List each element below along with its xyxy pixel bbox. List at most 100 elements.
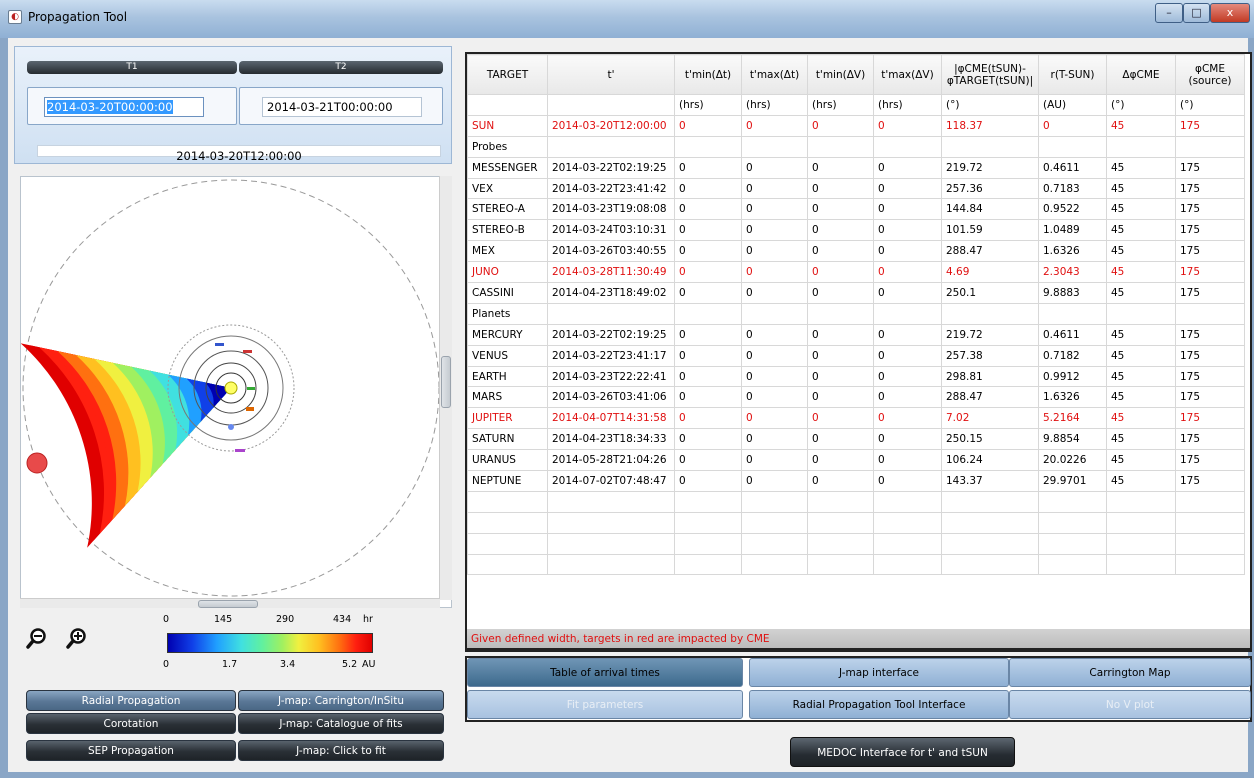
probe-marker	[246, 407, 254, 411]
minimize-button[interactable]: –	[1155, 3, 1183, 23]
table-cell: 9.8854	[1038, 428, 1107, 451]
table-row[interactable]: MERCURY 2014-03-22T02:19:25 0 0 0 0 219.72 0.46…	[467, 323, 1245, 346]
column-header[interactable]: t'min(Δt)	[674, 54, 742, 95]
sep-propagation-button[interactable]: SEP Propagation	[26, 740, 236, 761]
table-cell: 0	[873, 407, 942, 430]
unit-cell: (hrs)	[807, 94, 874, 116]
table-cell: 0	[741, 323, 808, 346]
table-row[interactable]: Planets	[467, 302, 1245, 325]
medoc-interface-button[interactable]: MEDOC Interface for t' and tSUN	[790, 737, 1015, 767]
table-cell: 2014-03-28T11:30:49	[547, 261, 675, 284]
table-cell: 0	[674, 470, 742, 492]
table-cell	[807, 302, 874, 325]
table-cell	[807, 511, 874, 534]
horizontal-scroll-thumb[interactable]	[198, 600, 258, 608]
close-button[interactable]: x	[1210, 3, 1250, 23]
table-row[interactable]: JUNO 2014-03-28T11:30:49 0 0 0 0 4.69 2.3043 45 1…	[467, 261, 1245, 284]
propagation-plot[interactable]	[20, 176, 452, 608]
table-cell: URANUS	[467, 449, 548, 472]
table-cell: 0	[873, 323, 942, 346]
app-icon[interactable]: ◐	[8, 10, 22, 24]
table-cell	[873, 553, 942, 576]
plot-vertical-scrollbar[interactable]	[439, 176, 452, 600]
title-bar[interactable]: ◐ Propagation Tool – □ x	[0, 0, 1254, 38]
table-row[interactable]: VENUS 2014-03-22T23:41:17 0 0 0 0 257.38 0.7182…	[467, 344, 1245, 367]
table-cell	[741, 302, 808, 325]
radial-propagation-tool-interface-button[interactable]: Radial Propagation Tool Interface	[749, 690, 1009, 719]
colorbar-top-tick: 434	[333, 614, 352, 625]
column-header[interactable]: t'min(ΔV)	[807, 54, 874, 95]
table-cell	[741, 532, 808, 555]
table-cell: 0	[674, 219, 742, 242]
t2-header: T2	[239, 61, 443, 74]
t1-input[interactable]: 2014-03-20T00:00:00	[44, 97, 204, 117]
corotation-button[interactable]: Corotation	[26, 713, 236, 734]
carrington-map-button[interactable]: Carrington Map	[1009, 658, 1251, 687]
table-cell	[1106, 553, 1176, 576]
table-cell	[547, 511, 675, 534]
t1-input-text: 2014-03-20T00:00:00	[47, 100, 173, 114]
table-row[interactable]: STEREO-B 2014-03-24T03:10:31 0 0 0 0 101.59 1.0…	[467, 219, 1245, 242]
jmap-click-to-fit-button[interactable]: J-map: Click to fit	[238, 740, 444, 761]
t2-input[interactable]: 2014-03-21T00:00:00	[262, 97, 422, 117]
table-cell: STEREO-B	[467, 219, 548, 242]
maximize-button[interactable]: □	[1183, 3, 1210, 23]
table-cell: 175	[1175, 282, 1245, 304]
table-cell: 45	[1106, 114, 1176, 137]
table-cell: 0	[674, 386, 742, 409]
planet-marker	[26, 452, 48, 474]
column-header[interactable]: |φCME(tSUN)-φTARGET(tSUN)|	[941, 54, 1039, 95]
plot-horizontal-scrollbar[interactable]	[20, 598, 440, 608]
table-cell	[1106, 135, 1176, 158]
table-row[interactable]: SATURN 2014-04-23T18:34:33 0 0 0 0 250.15 9.885…	[467, 428, 1245, 451]
arrival-times-table: TARGET t' t'min(Δt) t'max(Δt) t'min(ΔV) t'max…	[465, 52, 1252, 652]
table-row[interactable]: JUPITER 2014-04-07T14:31:58 0 0 0 0 7.02 5.2164…	[467, 407, 1245, 430]
table-row[interactable]: Probes	[467, 135, 1245, 158]
column-header[interactable]: ΔφCME	[1106, 54, 1176, 95]
column-header[interactable]: t'max(Δt)	[741, 54, 808, 95]
table-row[interactable]: SUN 2014-03-20T12:00:00 0 0 0 0 118.37 0 45 175	[467, 114, 1245, 137]
table-cell	[807, 553, 874, 576]
table-row[interactable]: MEX 2014-03-26T03:40:55 0 0 0 0 288.47 1.6326 45…	[467, 240, 1245, 263]
window-title: Propagation Tool	[28, 10, 128, 24]
table-cell: 175	[1175, 177, 1245, 200]
table-cell	[1175, 302, 1245, 325]
jmap-catalogue-button[interactable]: J-map: Catalogue of fits	[238, 713, 444, 734]
zoom-out-icon[interactable]	[26, 627, 48, 649]
fit-parameters-button[interactable]: Fit parameters	[467, 690, 743, 719]
radial-propagation-button[interactable]: Radial Propagation	[26, 690, 236, 711]
table-cell: 0	[807, 386, 874, 409]
table-cell: 0	[807, 365, 874, 388]
table-cell	[674, 302, 742, 325]
table-row[interactable]: URANUS 2014-05-28T21:04:26 0 0 0 0 106.24 20.02…	[467, 449, 1245, 472]
column-header[interactable]: r(T-SUN)	[1038, 54, 1107, 95]
column-header[interactable]: TARGET	[467, 54, 548, 95]
table-row[interactable]: MESSENGER 2014-03-22T02:19:25 0 0 0 0 219.72 0.…	[467, 156, 1245, 179]
unit-cell: (hrs)	[741, 94, 808, 116]
column-header[interactable]: t'max(ΔV)	[873, 54, 942, 95]
table-row[interactable]: CASSINI 2014-04-23T18:49:02 0 0 0 0 250.1 9.888…	[467, 282, 1245, 304]
table-row[interactable]: MARS 2014-03-26T03:41:06 0 0 0 0 288.47 1.6326 4…	[467, 386, 1245, 409]
zoom-in-icon[interactable]	[66, 627, 88, 649]
table-cell: 0	[873, 240, 942, 263]
table-cell: SATURN	[467, 428, 548, 451]
table-row[interactable]: VEX 2014-03-22T23:41:42 0 0 0 0 257.36 0.7183 45…	[467, 177, 1245, 200]
table-cell: 250.15	[941, 428, 1039, 451]
table-of-arrival-times-button[interactable]: Table of arrival times	[467, 658, 743, 687]
jmap-interface-button[interactable]: J-map interface	[749, 658, 1009, 687]
table-cell: 0	[741, 428, 808, 451]
table-cell: 0	[741, 407, 808, 430]
no-v-plot-button[interactable]: No V plot	[1009, 690, 1251, 719]
table-row[interactable]: NEPTUNE 2014-07-02T07:48:47 0 0 0 0 143.37 29.9…	[467, 470, 1245, 492]
jmap-carrington-insitu-button[interactable]: J-map: Carrington/InSitu	[238, 690, 444, 711]
table-cell: 1.6326	[1038, 386, 1107, 409]
table-row[interactable]: EARTH 2014-03-23T22:22:41 0 0 0 0 298.81 0.9912…	[467, 365, 1245, 388]
table-row[interactable]: STEREO-A 2014-03-23T19:08:08 0 0 0 0 144.84 0.9…	[467, 198, 1245, 221]
table-cell: 45	[1106, 323, 1176, 346]
table-cell: 0	[873, 282, 942, 304]
column-header[interactable]: φCME (source)	[1175, 54, 1245, 95]
table-cell: 0	[674, 344, 742, 367]
column-header[interactable]: t'	[547, 54, 675, 95]
table-cell: 288.47	[941, 240, 1039, 263]
vertical-scroll-thumb[interactable]	[441, 356, 451, 408]
